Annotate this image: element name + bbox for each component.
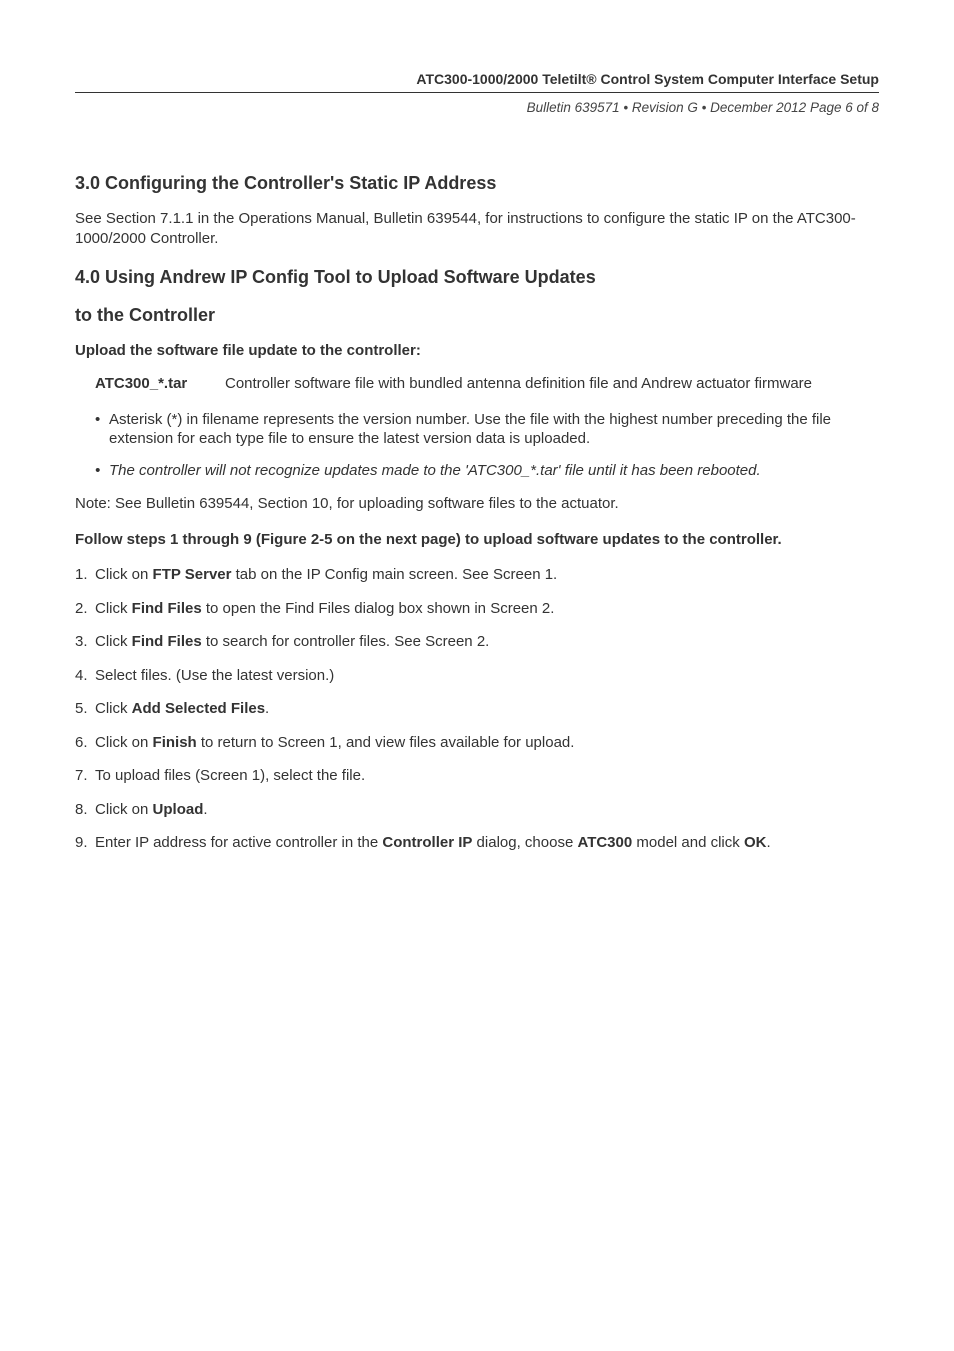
- step-item: Click on Upload.: [75, 800, 879, 820]
- step-text: model and click: [632, 834, 744, 851]
- step-text: Select files. (Use the latest version.): [95, 667, 334, 684]
- step-text: dialog, choose: [472, 834, 577, 851]
- step-text: Click on: [95, 734, 153, 751]
- step-item: To upload files (Screen 1), select the f…: [75, 766, 879, 786]
- step-bold: Find Files: [132, 633, 202, 650]
- step-item: Click Find Files to open the Find Files …: [75, 599, 879, 619]
- step-item: Click on FTP Server tab on the IP Config…: [75, 565, 879, 585]
- step-text: Click on: [95, 801, 153, 818]
- steps-list: Click on FTP Server tab on the IP Config…: [75, 565, 879, 853]
- bullet-item-italic: The controller will not recognize update…: [95, 461, 879, 481]
- step-item: Click Add Selected Files.: [75, 699, 879, 719]
- step-text: .: [203, 801, 207, 818]
- step-item: Click on Finish to return to Screen 1, a…: [75, 733, 879, 753]
- step-text: Click on: [95, 566, 153, 583]
- step-item: Click Find Files to search for controlle…: [75, 632, 879, 652]
- bullet-list: Asterisk (*) in filename represents the …: [95, 410, 879, 481]
- note-text: Note: See Bulletin 639544, Section 10, f…: [75, 494, 879, 514]
- step-bold: OK: [744, 834, 767, 851]
- step-bold: Finish: [153, 734, 197, 751]
- step-text: to open the Find Files dialog box shown …: [202, 600, 555, 617]
- section-4-heading-line2: to the Controller: [75, 304, 879, 327]
- page-header-meta: Bulletin 639571 • Revision G • December …: [75, 99, 879, 117]
- step-bold: ATC300: [577, 834, 632, 851]
- steps-intro: Follow steps 1 through 9 (Figure 2-5 on …: [75, 530, 879, 550]
- step-bold: FTP Server: [153, 566, 232, 583]
- step-item: Enter IP address for active controller i…: [75, 833, 879, 853]
- step-text: Click: [95, 700, 132, 717]
- definition-description: Controller software file with bundled an…: [225, 374, 879, 394]
- step-text: to return to Screen 1, and view files av…: [197, 734, 575, 751]
- definition-row: ATC300_*.tar Controller software file wi…: [95, 374, 879, 394]
- step-text: .: [766, 834, 770, 851]
- bullet-item: Asterisk (*) in filename represents the …: [95, 410, 879, 449]
- section-4-heading-line1: 4.0 Using Andrew IP Config Tool to Uploa…: [75, 266, 879, 289]
- step-text: to search for controller files. See Scre…: [202, 633, 490, 650]
- section-3-body: See Section 7.1.1 in the Operations Manu…: [75, 209, 879, 248]
- section-4-heading-group: 4.0 Using Andrew IP Config Tool to Uploa…: [75, 266, 879, 327]
- step-text: Click: [95, 633, 132, 650]
- step-bold: Controller IP: [382, 834, 472, 851]
- step-bold: Find Files: [132, 600, 202, 617]
- step-text: Click: [95, 600, 132, 617]
- step-text: tab on the IP Config main screen. See Sc…: [231, 566, 557, 583]
- step-text: .: [265, 700, 269, 717]
- step-text: To upload files (Screen 1), select the f…: [95, 767, 365, 784]
- step-bold: Add Selected Files: [132, 700, 265, 717]
- step-text: Enter IP address for active controller i…: [95, 834, 382, 851]
- step-item: Select files. (Use the latest version.): [75, 666, 879, 686]
- step-bold: Upload: [153, 801, 204, 818]
- upload-subheading: Upload the software file update to the c…: [75, 341, 879, 361]
- page-header-title: ATC300-1000/2000 Teletilt® Control Syste…: [75, 70, 879, 93]
- section-3-heading: 3.0 Configuring the Controller's Static …: [75, 172, 879, 195]
- definition-term: ATC300_*.tar: [95, 374, 225, 394]
